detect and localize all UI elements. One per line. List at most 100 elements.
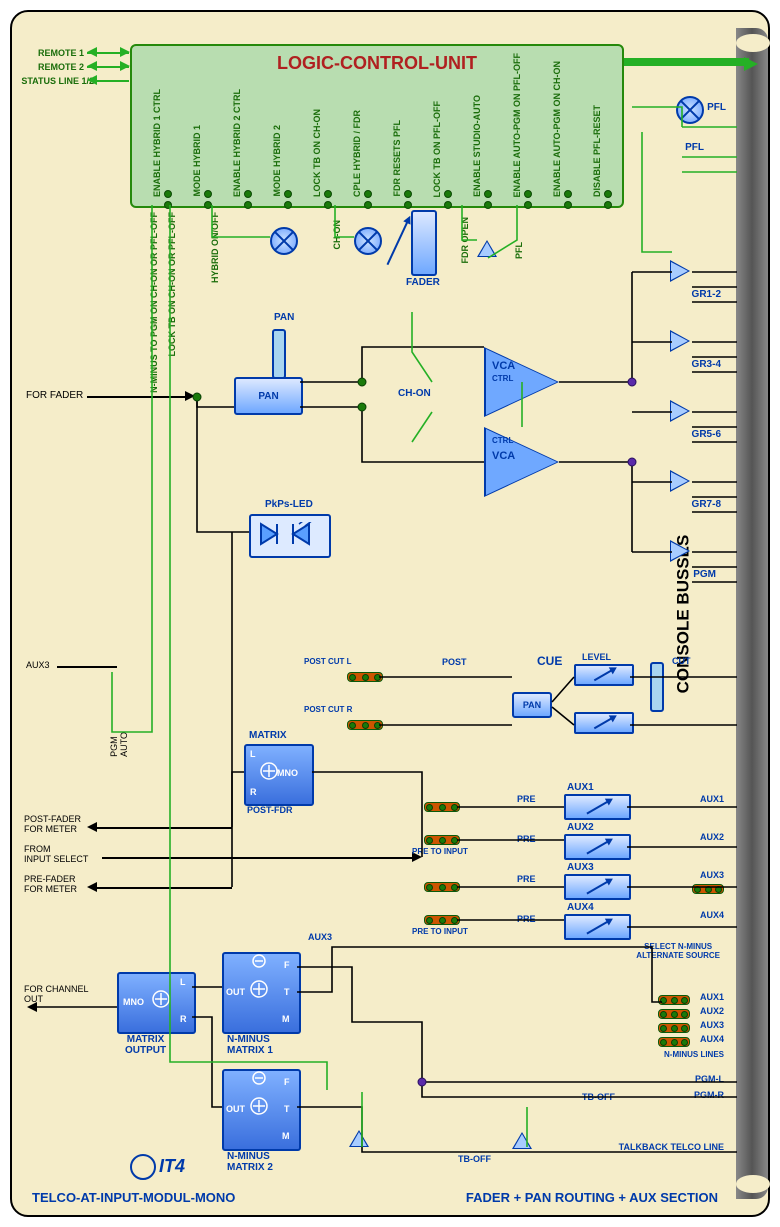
lcu-pin-dots [564, 190, 572, 209]
console-busses-bar [736, 28, 768, 1199]
node [628, 378, 637, 387]
lcu-bus-line [619, 58, 749, 66]
logo-circle-icon [130, 1154, 156, 1180]
wire [102, 857, 417, 859]
lcu-pin-label: CPLE HYBRID / FDR [352, 110, 362, 197]
l-text: L [180, 977, 186, 987]
for-fader-label: FOR FADER [26, 390, 83, 401]
f2-text: F [284, 1077, 290, 1087]
postcutr-label: POST CUT R [304, 705, 352, 714]
fader-block [411, 210, 437, 276]
lcu-pin-label: FDR RESETS PFL [392, 120, 402, 197]
pfl-label2: PFL [685, 142, 704, 153]
lcu-pin-dots [604, 190, 612, 209]
lcu-pin-dots [364, 190, 372, 209]
minus-icon [252, 1071, 266, 1085]
aux4-label: AUX4 [567, 902, 594, 913]
cue-pan-block: PAN [512, 692, 552, 718]
aux3-nm-label: AUX3 [308, 932, 332, 942]
frominput-label: FROM INPUT SELECT [24, 844, 88, 864]
wire [97, 887, 232, 889]
ctrl-text2: CTRL [492, 436, 513, 445]
product-text: IT4 [159, 1156, 185, 1176]
fader-arrow-icon [387, 219, 410, 265]
footer-right: FADER + PAN ROUTING + AUX SECTION [466, 1190, 718, 1205]
aux3-left-label: AUX3 [26, 660, 50, 670]
gr34-amp-icon [670, 330, 690, 352]
tb-led1-icon [349, 1130, 369, 1147]
fader-label: FADER [406, 277, 440, 288]
cue-pan-text: PAN [523, 700, 541, 710]
nm-aux1-jumper [658, 995, 690, 1005]
chon-label: CH-ON [332, 220, 342, 250]
nminus-aux3: AUX3 [700, 1020, 724, 1030]
footer-left: TELCO-AT-INPUT-MODUL-MONO [32, 1190, 235, 1205]
pgm-amp-icon [670, 540, 690, 562]
brand-logo: IT4 [130, 1154, 185, 1180]
lcu-pin-label: ENABLE STUDIO-AUTO [472, 95, 482, 197]
wire [57, 666, 117, 668]
nm-aux3-jumper [658, 1023, 690, 1033]
nm-aux4-jumper [658, 1037, 690, 1047]
arrow-icon [27, 1002, 37, 1012]
lcu-pin-dots [324, 190, 332, 209]
lcu-pin-label: ENABLE AUTO-PGM ON CH-ON [552, 61, 562, 197]
locktb-logic-label: LOCK TB ON CH-ON OR PFL-OFF [167, 212, 177, 356]
sum-icon [260, 762, 278, 780]
lcu-pin-label: MODE HYBRID 1 [192, 125, 202, 197]
arrow-icon [87, 75, 97, 85]
sum-icon [250, 980, 268, 998]
arrow-icon [120, 61, 130, 71]
pan-text: PAN [258, 391, 278, 402]
gr56-amp-icon [670, 400, 690, 422]
lcu-pin-dots [444, 190, 452, 209]
gr12-amp-icon [670, 260, 690, 282]
cue-label: CUE [537, 654, 562, 668]
matrix-output-label: MATRIX OUTPUT [125, 1034, 166, 1056]
pre-label2: PRE [517, 834, 536, 844]
tboff-label2: TB-OFF [458, 1154, 491, 1164]
matrix-label: MATRIX [249, 730, 287, 741]
aux1-bus-label: AUX1 [700, 794, 724, 804]
postfader-meter-label: POST-FADER FOR METER [24, 814, 81, 834]
aux1-label: AUX1 [567, 782, 594, 793]
cue-level-pot [574, 664, 634, 686]
minus-icon [252, 954, 266, 968]
wire [97, 827, 232, 829]
aux2-bus-label: AUX2 [700, 832, 724, 842]
lcu-title: LOGIC-CONTROL-UNIT [132, 53, 622, 74]
nminus1-label: N-MINUS MATRIX 1 [227, 1034, 273, 1056]
cut-label: CUT [672, 656, 691, 666]
aux2-label: AUX2 [567, 822, 594, 833]
pre-label3: PRE [517, 874, 536, 884]
pan-label: PAN [274, 312, 294, 323]
for-channel-label: FOR CHANNEL OUT [24, 984, 89, 1004]
remote2-label: REMOTE 2 [24, 62, 84, 72]
chon-label2: CH-ON [398, 388, 431, 399]
vca1-text: VCA [492, 360, 515, 372]
nminus-logic-label: N-MINUS TO PGM ON CH-ON OR PFL-OFF [149, 212, 159, 393]
led-pair-icon [259, 522, 319, 546]
pretoinput-label: PRE TO INPUT [412, 847, 468, 856]
lcu-pin-dots [524, 190, 532, 209]
lcu-pin-label: MODE HYBRID 2 [272, 125, 282, 197]
aux3-label: AUX3 [567, 862, 594, 873]
cue-level-pot2 [574, 712, 634, 734]
hybrid-label: HYBRID ON/OFF [210, 212, 220, 283]
r-text: R [180, 1014, 187, 1024]
nminus-lines-label: N-MINUS LINES [664, 1050, 724, 1059]
gr56-label: GR5-6 [692, 429, 721, 440]
lcu-pin-label: ENABLE HYBRID 2 CTRL [232, 89, 242, 197]
lcu-pin-label: LOCK TB ON CH-ON [312, 109, 322, 197]
bus-notch [736, 1175, 770, 1193]
node [193, 393, 202, 402]
aux3-pot [564, 874, 631, 900]
nminus-aux4: AUX4 [700, 1034, 724, 1044]
postcutl-label: POST CUT L [304, 657, 352, 666]
lcu-pin-label: ENABLE HYBRID 1 CTRL [152, 89, 162, 197]
sum-icon [250, 1097, 268, 1115]
lcu-pin-dots [244, 190, 252, 209]
pre-label4: PRE [517, 914, 536, 924]
t1-text: T [284, 987, 290, 997]
postcutl-jumper [347, 672, 383, 682]
